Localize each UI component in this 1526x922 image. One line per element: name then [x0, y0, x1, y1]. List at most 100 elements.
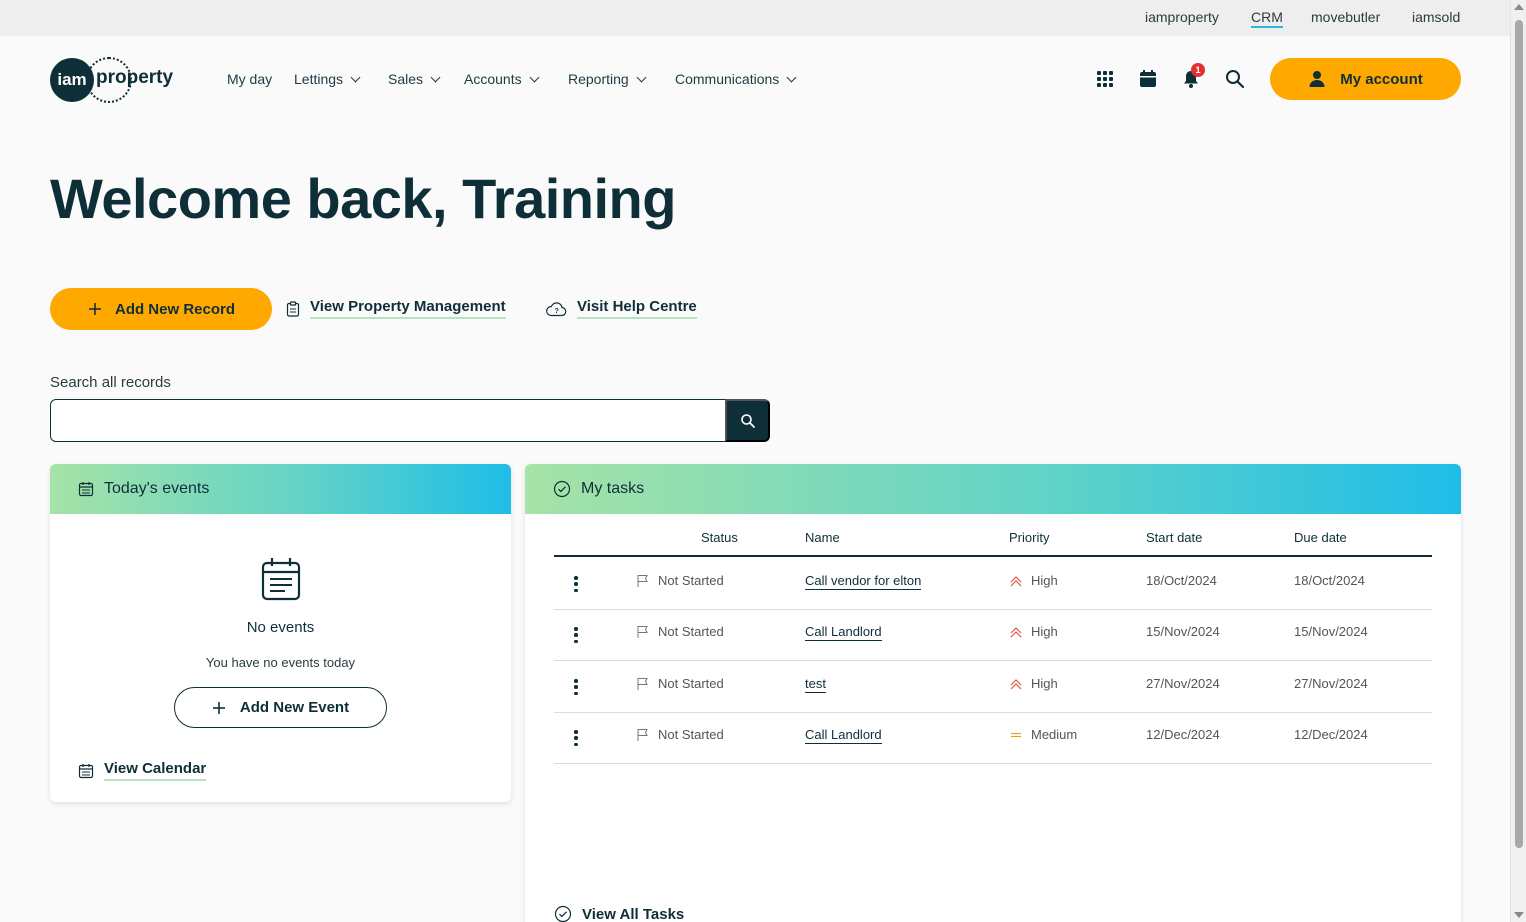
plus-icon	[88, 303, 101, 315]
no-events-subtitle: You have no events today	[205, 655, 356, 670]
visit-help-centre-link[interactable]: ? Visit Help Centre	[545, 298, 697, 319]
view-all-tasks-link[interactable]: View All Tasks	[554, 905, 684, 922]
task-status-label: Not Started	[658, 573, 724, 588]
chevron-down-icon	[636, 72, 647, 83]
search-label: Search all records	[50, 374, 171, 391]
table-row: Not Started Call Landlord High 15/Nov/20…	[554, 609, 1432, 661]
scroll-down-arrow[interactable]	[1514, 912, 1524, 918]
nav-my-day[interactable]: My day	[227, 71, 272, 87]
task-start-date: 18/Oct/2024	[1146, 573, 1217, 588]
nav-reporting[interactable]: Reporting	[568, 71, 647, 87]
priority-medium-icon	[1011, 732, 1021, 737]
topbar-link-crm[interactable]: CRM	[1251, 9, 1283, 28]
check-circle-icon	[553, 480, 571, 498]
topbar-link-movebutler[interactable]: movebutler	[1311, 9, 1380, 25]
col-start-date: Start date	[1146, 530, 1203, 545]
task-priority-label: High	[1031, 676, 1058, 691]
events-card-title: Today's events	[104, 480, 210, 497]
task-status: Not Started	[636, 676, 724, 691]
svg-text:?: ?	[555, 308, 559, 315]
my-tasks-card: My tasks Status Name Priority Start date…	[525, 464, 1461, 922]
task-name-link[interactable]: Call Landlord	[805, 624, 882, 641]
row-actions-kebab-icon[interactable]	[574, 679, 578, 695]
task-due-date: 18/Oct/2024	[1294, 573, 1365, 588]
nav-accounts[interactable]: Accounts	[464, 71, 540, 87]
task-status-label: Not Started	[658, 676, 724, 691]
col-due-date: Due date	[1294, 530, 1347, 545]
calendar-icon	[78, 482, 94, 497]
priority-high-icon	[1010, 678, 1022, 689]
clipboard-icon	[286, 300, 300, 317]
nav-label: My day	[227, 71, 273, 87]
task-status-label: Not Started	[658, 624, 724, 639]
no-events-title: No events	[246, 619, 315, 636]
logo-circle: iam	[50, 58, 94, 102]
view-property-management-label: View Property Management	[310, 298, 506, 319]
topbar-link-iamproperty[interactable]: iamproperty	[1145, 9, 1219, 25]
top-utility-bar: iamproperty CRM movebutler iamsold	[0, 0, 1510, 36]
chevron-down-icon	[529, 72, 540, 83]
notification-badge: 1	[1191, 63, 1205, 77]
nav-label: Accounts	[464, 71, 522, 87]
topbar-link-iamsold[interactable]: iamsold	[1412, 9, 1460, 25]
search-submit-button[interactable]	[725, 399, 770, 442]
search-all-records-input[interactable]	[50, 399, 727, 442]
task-name-link[interactable]: Call Landlord	[805, 727, 882, 744]
nav-sales[interactable]: Sales	[388, 71, 441, 87]
row-actions-kebab-icon[interactable]	[574, 730, 578, 746]
task-status: Not Started	[636, 727, 724, 742]
scroll-up-arrow[interactable]	[1514, 4, 1524, 10]
table-row: Not Started Call Landlord Medium 12/Dec/…	[554, 712, 1432, 764]
check-circle-icon	[554, 905, 572, 922]
priority-high-icon	[1010, 626, 1022, 637]
add-new-event-button[interactable]: Add New Event	[174, 687, 387, 728]
flag-icon	[637, 728, 648, 741]
view-calendar-link[interactable]: View Calendar	[78, 760, 207, 781]
task-priority-label: High	[1031, 573, 1058, 588]
page-scrollbar[interactable]	[1510, 0, 1526, 922]
task-name-link[interactable]: Call vendor for elton	[805, 573, 922, 590]
task-priority: High	[1009, 676, 1058, 691]
my-account-button[interactable]: My account	[1270, 58, 1461, 100]
flag-icon	[637, 677, 648, 690]
task-status-label: Not Started	[658, 727, 724, 742]
events-card-header: Today's events	[50, 464, 511, 514]
view-property-management-link[interactable]: View Property Management	[286, 298, 506, 319]
chevron-down-icon	[430, 72, 441, 83]
row-actions-kebab-icon[interactable]	[574, 576, 578, 592]
row-actions-kebab-icon[interactable]	[574, 627, 578, 643]
task-priority: High	[1009, 624, 1058, 639]
table-row: Not Started Call vendor for elton High 1…	[554, 558, 1432, 610]
search-icon[interactable]	[1224, 68, 1246, 90]
task-priority: Medium	[1009, 727, 1077, 742]
welcome-heading: Welcome back, Training	[50, 167, 676, 230]
col-priority: Priority	[1009, 530, 1050, 545]
empty-calendar-icon	[261, 557, 301, 606]
calendar-icon	[78, 763, 94, 778]
add-new-record-button[interactable]: Add New Record	[50, 288, 272, 330]
priority-high-icon	[1010, 575, 1022, 586]
plus-icon	[212, 701, 225, 714]
nav-lettings[interactable]: Lettings	[294, 71, 361, 87]
nav-label: Reporting	[568, 71, 629, 87]
col-name: Name	[805, 530, 840, 545]
task-name-link[interactable]: test	[805, 676, 826, 693]
task-priority: High	[1009, 573, 1058, 588]
task-status: Not Started	[636, 573, 724, 588]
col-status: Status	[701, 530, 738, 545]
task-priority-label: High	[1031, 624, 1058, 639]
iamproperty-logo[interactable]: iam property	[50, 57, 190, 103]
task-priority-label: Medium	[1031, 727, 1078, 742]
scrollbar-thumb[interactable]	[1515, 20, 1523, 848]
task-due-date: 12/Dec/2024	[1294, 727, 1368, 742]
search-icon	[740, 413, 755, 428]
flag-icon	[637, 574, 648, 587]
nav-label: Sales	[388, 71, 424, 87]
apps-grid-icon[interactable]	[1094, 68, 1116, 90]
nav-communications[interactable]: Communications	[675, 71, 797, 87]
task-start-date: 12/Dec/2024	[1146, 727, 1220, 742]
view-all-tasks-label: View All Tasks	[582, 905, 685, 922]
table-row: Not Started test High 27/Nov/2024 27/Nov…	[554, 661, 1432, 713]
calendar-icon[interactable]	[1137, 68, 1159, 90]
task-status: Not Started	[636, 624, 724, 639]
